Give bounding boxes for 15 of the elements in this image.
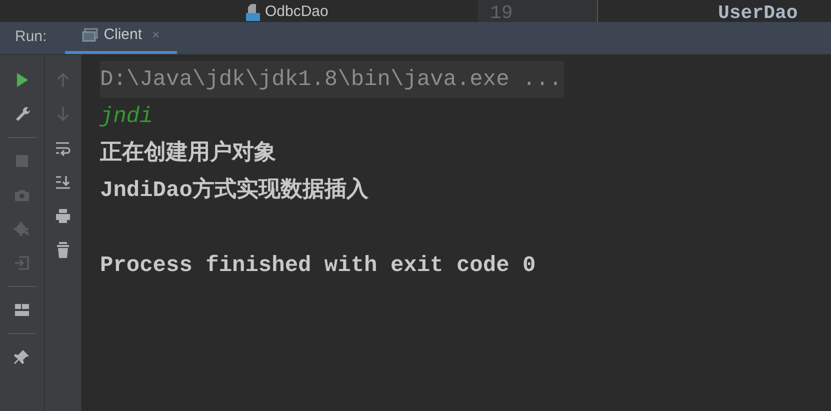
java-file-icon [246, 4, 260, 21]
console-line: jndi [100, 103, 154, 131]
soft-wrap-icon[interactable] [54, 139, 72, 157]
window-icon [82, 28, 98, 42]
scroll-to-end-icon[interactable] [54, 173, 72, 191]
run-label: Run: [15, 26, 47, 46]
trash-icon[interactable] [54, 241, 72, 259]
console-line: JndiDao方式实现数据插入 [100, 176, 370, 205]
printer-icon[interactable] [54, 207, 72, 225]
console-line: 正在创建用户对象 [100, 139, 277, 168]
pin-icon[interactable] [13, 348, 31, 366]
console-line: Process finished with exit code 0 [100, 252, 537, 280]
code-text: UserDao [718, 2, 798, 24]
file-tab[interactable]: OdbcDao [265, 1, 328, 24]
layout-icon[interactable] [13, 301, 31, 319]
